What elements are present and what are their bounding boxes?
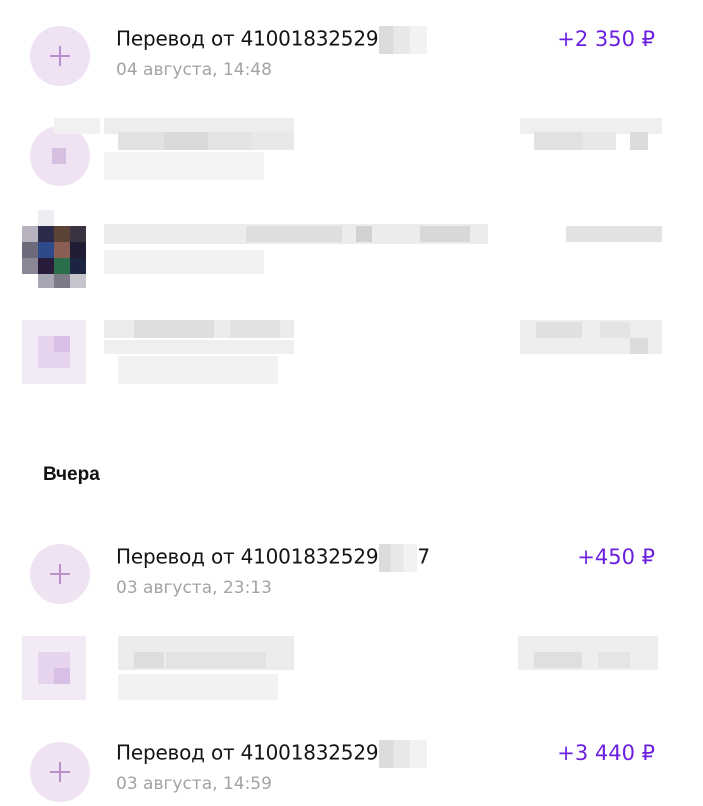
plus-icon (30, 742, 90, 802)
transaction-title: Перевод от 41001832529 (116, 26, 428, 54)
transaction-amount: +2 350 ₽ (557, 27, 655, 51)
transaction-date: 03 августа, 23:13 (116, 578, 272, 598)
transaction-amount: +3 440 ₽ (557, 741, 655, 765)
section-title-yesterday: Вчера (43, 464, 100, 485)
transaction-row[interactable]: Перевод от 41001832529 04 августа, 14:48… (0, 0, 703, 90)
redacted-digits (379, 26, 428, 54)
redacted-transaction-row[interactable] (0, 210, 703, 290)
transaction-title: Перевод от 41001832529 7 (116, 544, 430, 572)
redacted-transaction-row[interactable] (0, 634, 703, 706)
transaction-row[interactable]: Перевод от 41001832529 7 03 августа, 23:1… (0, 518, 703, 608)
transaction-date: 04 августа, 14:48 (116, 60, 272, 80)
redacted-digits (379, 544, 418, 572)
plus-icon (30, 544, 90, 604)
transaction-amount: +450 ₽ (577, 545, 655, 569)
redacted-transaction-row[interactable] (0, 112, 703, 188)
redacted-transaction-row[interactable] (0, 318, 703, 390)
transaction-row[interactable]: Перевод от 41001832529 03 августа, 14:59… (0, 716, 703, 806)
redacted-digits (379, 740, 428, 768)
plus-icon (30, 26, 90, 86)
transaction-title: Перевод от 41001832529 (116, 740, 428, 768)
transaction-date: 03 августа, 14:59 (116, 774, 272, 794)
